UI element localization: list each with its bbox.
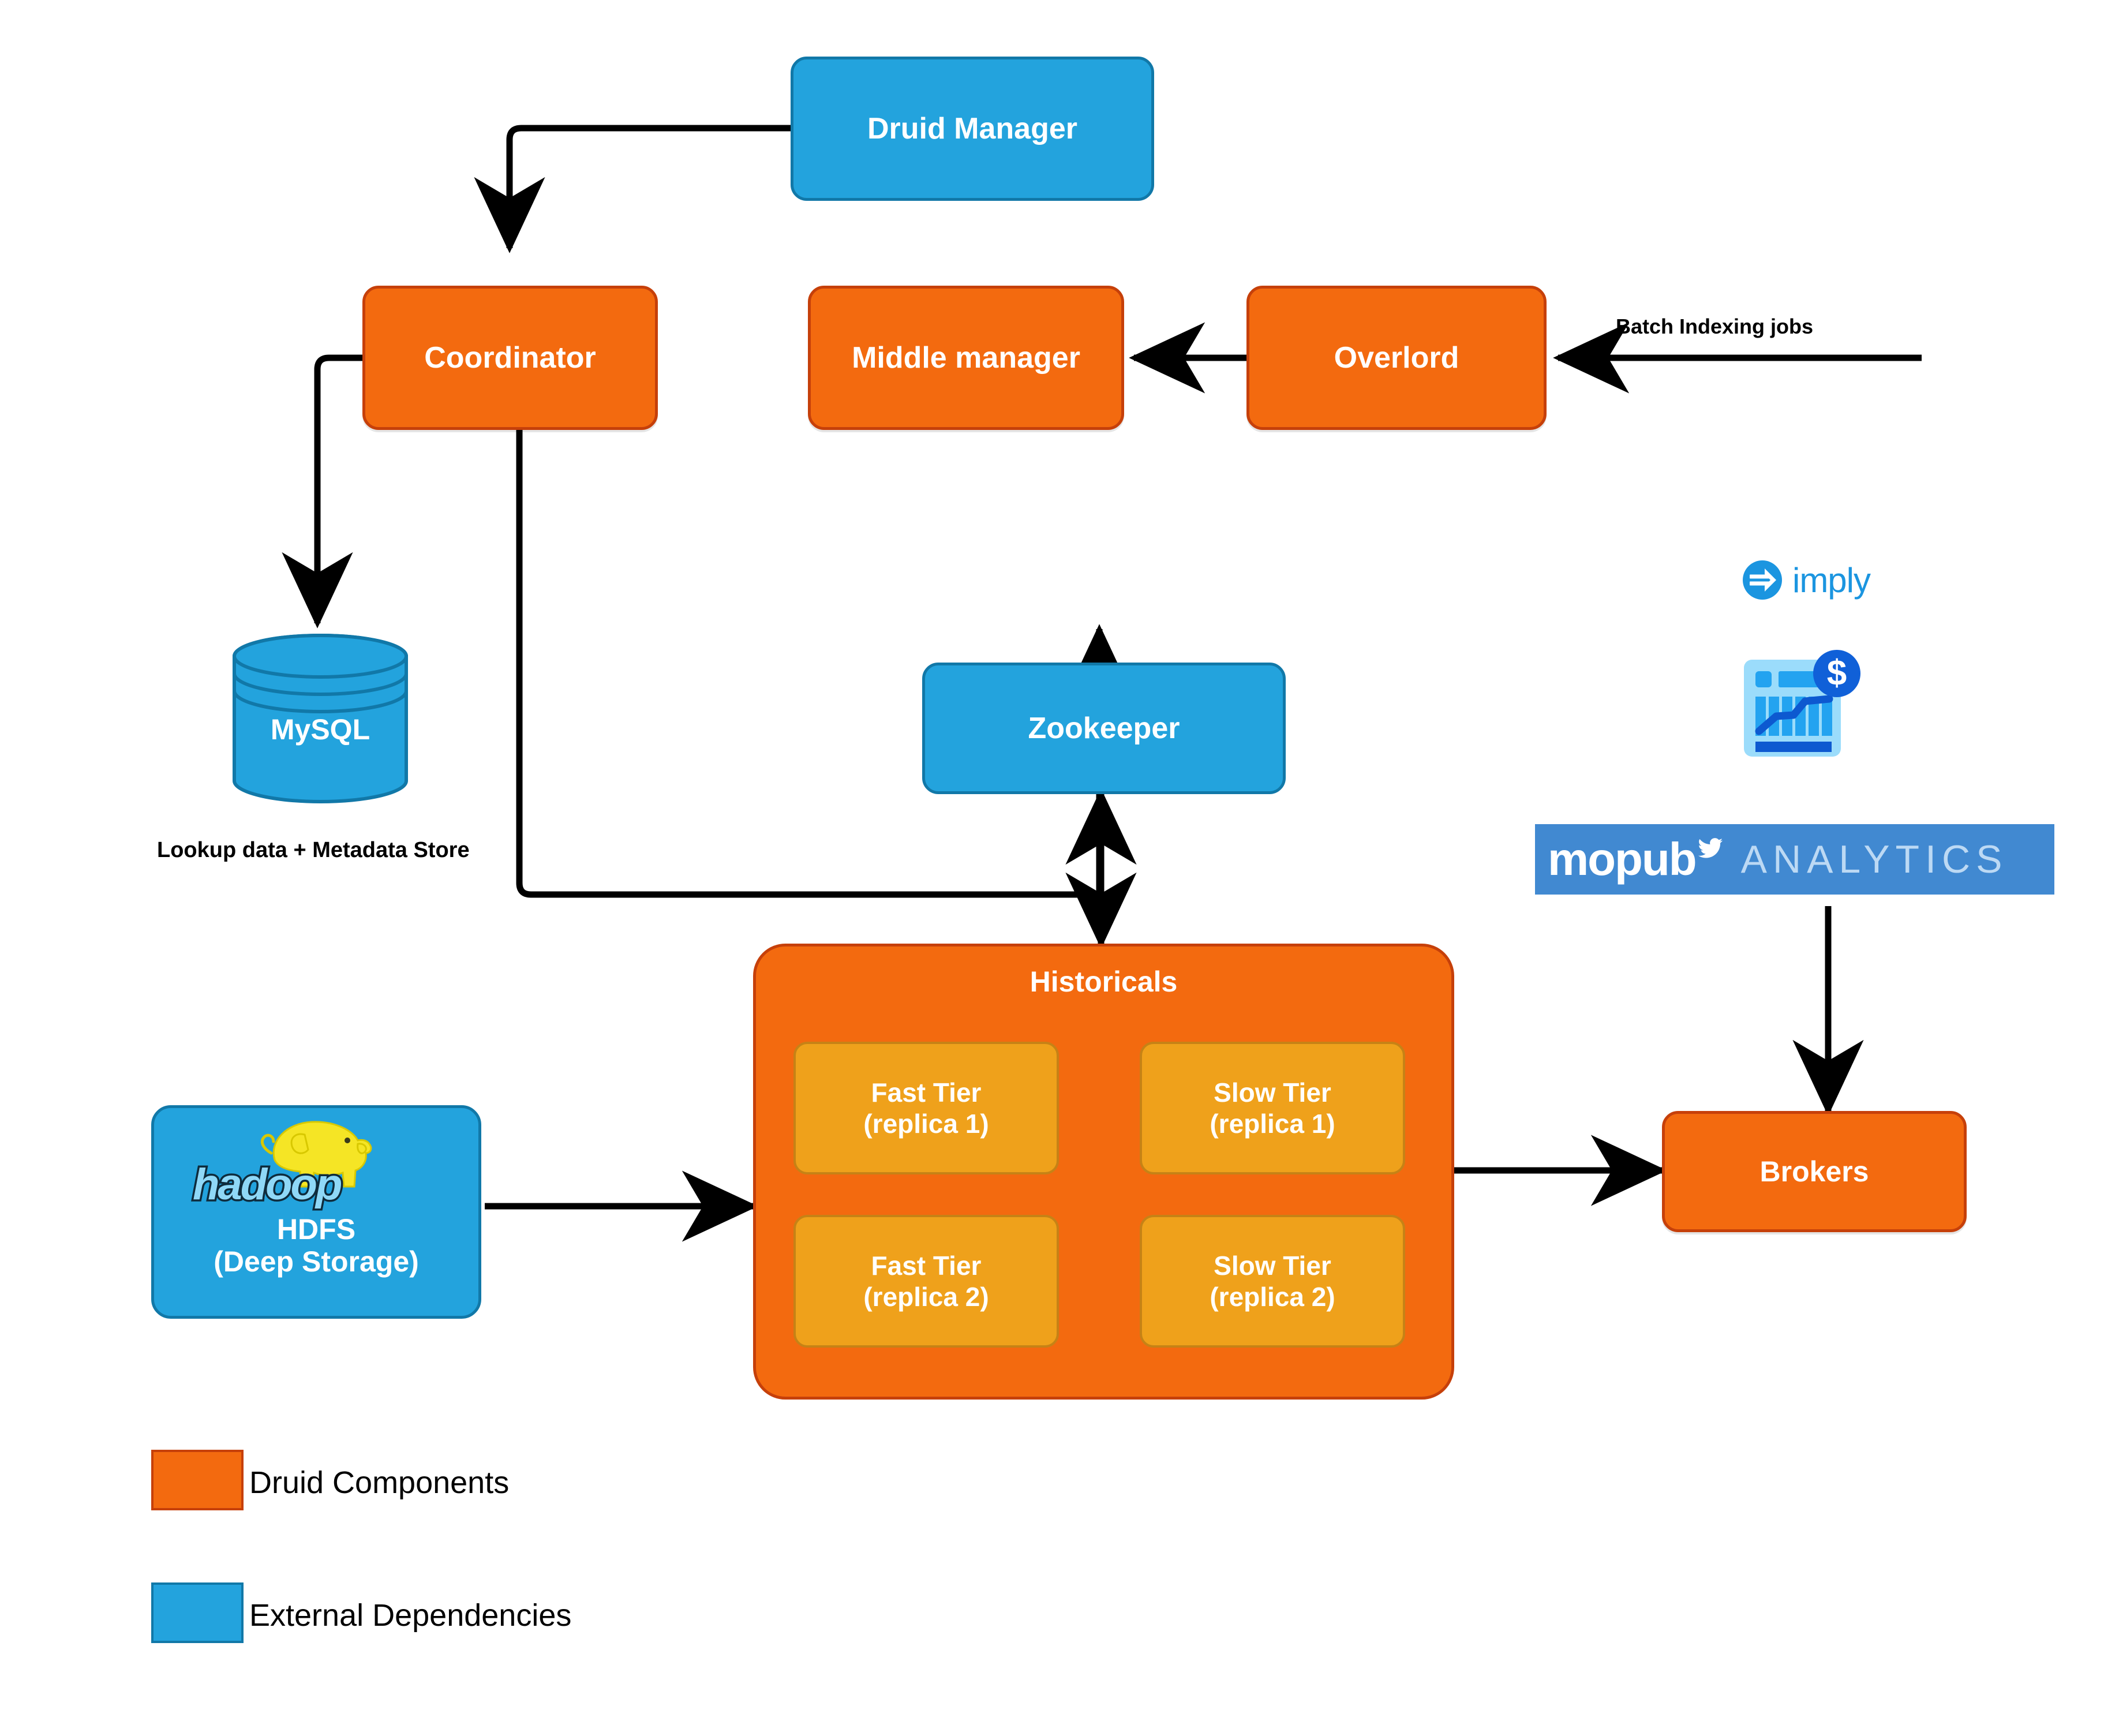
tier-label: Fast Tier (replica 1) [863, 1077, 989, 1140]
node-overlord[interactable]: Overlord [1246, 286, 1547, 430]
diagram-canvas: Druid Manager Coordinator Middle manager… [0, 0, 2119, 1736]
tier-label: Fast Tier (replica 2) [863, 1250, 989, 1313]
imply-wordmark: imply [1792, 560, 1871, 600]
tier-slow-replica-2[interactable]: Slow Tier (replica 2) [1140, 1215, 1405, 1348]
node-druid-manager[interactable]: Druid Manager [791, 57, 1154, 201]
analytics-chart-icon[interactable]: $ [1737, 643, 1870, 776]
node-middle-manager[interactable]: Middle manager [808, 286, 1124, 430]
twitter-bird-icon [1698, 838, 1723, 858]
node-zookeeper[interactable]: Zookeeper [922, 663, 1286, 794]
legend-label-druid: Druid Components [249, 1465, 510, 1500]
node-hdfs-label: HDFS (Deep Storage) [154, 1213, 478, 1278]
node-overlord-label: Overlord [1334, 341, 1459, 375]
tier-replica: (replica 2) [863, 1282, 989, 1312]
imply-logo[interactable]: imply [1742, 554, 1915, 606]
tier-slow-replica-1[interactable]: Slow Tier (replica 1) [1140, 1042, 1405, 1174]
tier-fast-replica-1[interactable]: Fast Tier (replica 1) [793, 1042, 1059, 1174]
mopub-wordmark: mopub [1548, 833, 1697, 885]
tier-replica: (replica 1) [1210, 1109, 1335, 1139]
caption-batch-indexing-jobs: Batch Indexing jobs [1616, 315, 1814, 338]
dollar-glyph: $ [1827, 653, 1847, 693]
legend-swatch-druid [151, 1450, 244, 1510]
mopub-analytics-text: ANALYTICS [1740, 837, 2008, 881]
node-mysql[interactable]: MySQL [231, 632, 410, 805]
tier-name: Fast Tier [871, 1250, 982, 1281]
tier-label: Slow Tier (replica 1) [1210, 1077, 1335, 1140]
chart-dollar-icon: $ [1744, 650, 1860, 757]
hadoop-elephant-icon: hadoop [191, 1121, 372, 1211]
hadoop-logo: hadoop [184, 1114, 449, 1221]
edge-coordinator-mysql [282, 354, 362, 628]
legend-swatch-external [151, 1582, 244, 1643]
caption-mysql-store: Lookup data + Metadata Store [157, 838, 470, 862]
tier-label: Slow Tier (replica 2) [1210, 1250, 1335, 1313]
tier-name: Slow Tier [1214, 1077, 1331, 1108]
mopub-analytics-banner[interactable]: mopub ANALYTICS [1535, 824, 2054, 895]
imply-arrow-icon [1743, 560, 1782, 600]
node-druid-manager-label: Druid Manager [867, 112, 1078, 145]
edge-druid-manager-coordinator [474, 125, 791, 253]
node-historicals-label: Historicals [1029, 966, 1178, 998]
tier-replica: (replica 1) [863, 1109, 989, 1139]
node-coordinator-label: Coordinator [424, 341, 596, 375]
hadoop-wordmark: hadoop [193, 1160, 341, 1209]
tier-fast-replica-2[interactable]: Fast Tier (replica 2) [793, 1215, 1059, 1348]
node-zookeeper-label: Zookeeper [1028, 712, 1180, 745]
node-hdfs[interactable]: hadoop HDFS (Deep Storage) [151, 1105, 481, 1319]
node-brokers-label: Brokers [1759, 1155, 1869, 1188]
node-brokers[interactable]: Brokers [1662, 1111, 1967, 1232]
tier-name: Slow Tier [1214, 1250, 1331, 1281]
hdfs-line-1: HDFS [276, 1213, 356, 1245]
hdfs-line-2: (Deep Storage) [214, 1245, 419, 1278]
tier-name: Fast Tier [871, 1077, 982, 1108]
legend-label-external: External Dependencies [249, 1598, 572, 1633]
node-coordinator[interactable]: Coordinator [362, 286, 658, 430]
node-historicals[interactable]: Historicals Fast Tier (replica 1) Slow T… [753, 944, 1454, 1400]
tier-replica: (replica 2) [1210, 1282, 1335, 1312]
node-mysql-label: MySQL [270, 713, 370, 746]
node-middle-manager-label: Middle manager [852, 341, 1080, 375]
